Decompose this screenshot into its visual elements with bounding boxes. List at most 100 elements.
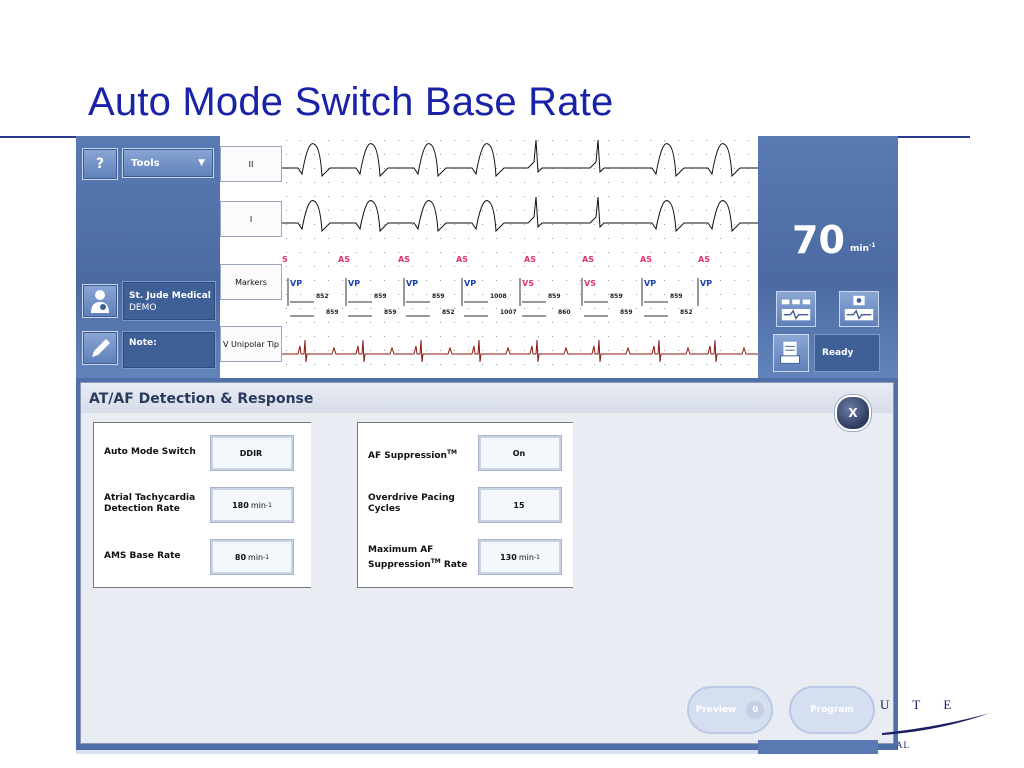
grid-dot bbox=[286, 294, 287, 295]
grid-dot bbox=[650, 350, 651, 351]
grid-dot bbox=[566, 280, 567, 281]
logo-text-bottom: AL bbox=[896, 740, 910, 750]
grid-dot bbox=[482, 168, 483, 169]
lead-label-ii[interactable]: II bbox=[220, 146, 282, 182]
lead-label-i[interactable]: I bbox=[220, 201, 282, 237]
atrial-tachycardia-rate-value[interactable]: 180 min -1 bbox=[210, 487, 294, 523]
grid-dot bbox=[608, 238, 609, 239]
grid-dot bbox=[650, 364, 651, 365]
grid-dot bbox=[328, 154, 329, 155]
auto-mode-switch-value[interactable]: DDIR bbox=[210, 435, 294, 471]
grid-dot bbox=[706, 182, 707, 183]
grid-dot bbox=[496, 266, 497, 267]
grid-dot bbox=[510, 224, 511, 225]
param-label-max-af-suppression-rate: Maximum AF SuppressionTM Rate bbox=[368, 545, 468, 570]
patient-icon[interactable] bbox=[82, 284, 118, 318]
grid-dot bbox=[594, 238, 595, 239]
grid-dot bbox=[664, 280, 665, 281]
grid-dot bbox=[482, 210, 483, 211]
grid-dot bbox=[650, 308, 651, 309]
grid-dot bbox=[356, 154, 357, 155]
grid-dot bbox=[594, 252, 595, 253]
grid-dot bbox=[384, 280, 385, 281]
grid-dot bbox=[538, 210, 539, 211]
grid-dot bbox=[552, 322, 553, 323]
grid-dot bbox=[720, 364, 721, 365]
grid-dot bbox=[720, 350, 721, 351]
lead-label-v-unipolar-tip[interactable]: V Unipolar Tip bbox=[220, 326, 282, 362]
tools-menu-button[interactable]: Tools ▼ bbox=[122, 148, 214, 178]
grid-dot bbox=[748, 210, 749, 211]
grid-dot bbox=[412, 322, 413, 323]
grid-dot bbox=[720, 322, 721, 323]
grid-dot bbox=[370, 252, 371, 253]
grid-dot bbox=[538, 196, 539, 197]
grid-dot bbox=[398, 364, 399, 365]
grid-dot bbox=[692, 252, 693, 253]
grid-dot bbox=[552, 350, 553, 351]
grid-dot bbox=[328, 322, 329, 323]
grid-dot bbox=[636, 364, 637, 365]
grid-dot bbox=[706, 252, 707, 253]
grid-dot bbox=[580, 224, 581, 225]
grid-dot bbox=[510, 154, 511, 155]
heart-rate-display: 70 min-1 bbox=[776, 216, 888, 272]
grid-dot bbox=[328, 280, 329, 281]
preview-button[interactable]: Preview 0 bbox=[687, 686, 773, 734]
grid-dot bbox=[384, 140, 385, 141]
grid-dot bbox=[454, 154, 455, 155]
grid-dot bbox=[384, 224, 385, 225]
ecg-grid bbox=[286, 140, 749, 365]
grid-dot bbox=[580, 308, 581, 309]
grid-dot bbox=[622, 280, 623, 281]
grid-dot bbox=[622, 238, 623, 239]
af-suppression-value[interactable]: On bbox=[478, 435, 562, 471]
grid-dot bbox=[454, 322, 455, 323]
lead-label-markers[interactable]: Markers bbox=[220, 264, 282, 300]
grid-dot bbox=[524, 238, 525, 239]
grid-dot bbox=[580, 350, 581, 351]
overdrive-pacing-cycles-value[interactable]: 15 bbox=[478, 487, 562, 523]
grid-dot bbox=[384, 168, 385, 169]
grid-dot bbox=[412, 252, 413, 253]
grid-dot bbox=[398, 266, 399, 267]
param-label-ams-base-rate: AMS Base Rate bbox=[104, 551, 181, 561]
grid-dot bbox=[454, 294, 455, 295]
panel-header: AT/AF Detection & Response bbox=[81, 383, 893, 413]
grid-dot bbox=[622, 322, 623, 323]
note-card[interactable]: Note: bbox=[122, 331, 216, 369]
printer-icon[interactable] bbox=[773, 334, 809, 372]
grid-dot bbox=[286, 350, 287, 351]
grid-dot bbox=[398, 350, 399, 351]
grid-dot bbox=[636, 182, 637, 183]
grid-dot bbox=[328, 196, 329, 197]
grid-dot bbox=[510, 336, 511, 337]
grid-dot bbox=[734, 266, 735, 267]
pencil-icon[interactable] bbox=[82, 331, 118, 365]
grid-dot bbox=[524, 308, 525, 309]
camera-snapshot-icon[interactable] bbox=[839, 291, 879, 327]
patient-id: DEMO bbox=[129, 303, 157, 313]
preview-count-badge: 0 bbox=[746, 701, 765, 719]
grid-dot bbox=[664, 196, 665, 197]
grid-dot bbox=[286, 308, 287, 309]
grid-dot bbox=[300, 294, 301, 295]
grid-dot bbox=[678, 252, 679, 253]
grid-dot bbox=[482, 154, 483, 155]
patient-card[interactable]: St. Jude Medical DEMO bbox=[122, 281, 216, 321]
grid-dot bbox=[370, 210, 371, 211]
ams-base-rate-value[interactable]: 80 min -1 bbox=[210, 539, 294, 575]
close-button[interactable]: X bbox=[835, 395, 871, 431]
grid-dot bbox=[692, 336, 693, 337]
grid-dot bbox=[748, 364, 749, 365]
grid-dot bbox=[300, 168, 301, 169]
grid-dot bbox=[510, 322, 511, 323]
grid-dot bbox=[650, 224, 651, 225]
max-af-suppression-rate-value[interactable]: 130 min -1 bbox=[478, 539, 562, 575]
grid-dot bbox=[342, 238, 343, 239]
ecg-settings-icon[interactable] bbox=[776, 291, 816, 327]
grid-dot bbox=[300, 252, 301, 253]
grid-dot bbox=[370, 224, 371, 225]
help-button[interactable]: ? bbox=[82, 148, 118, 180]
program-button[interactable]: Program bbox=[789, 686, 875, 734]
